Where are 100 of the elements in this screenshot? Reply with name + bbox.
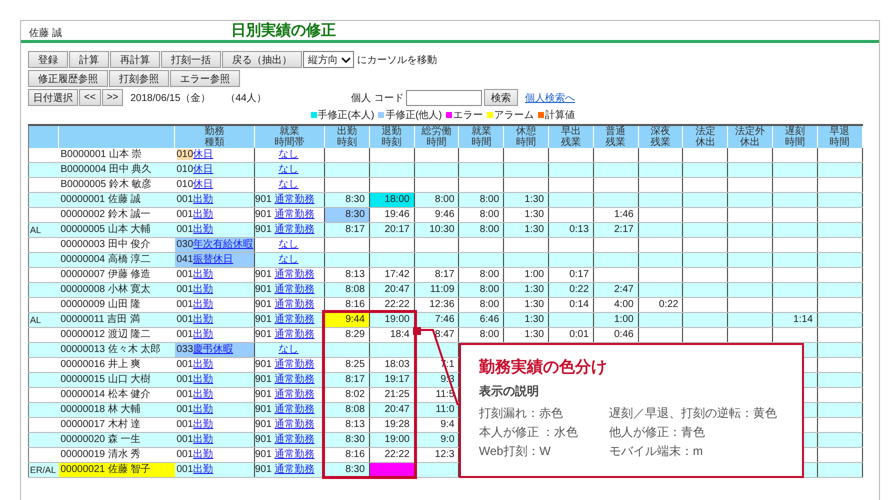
- legend-note: Web打刻：W: [478, 442, 552, 460]
- work-type-link[interactable]: 出勤: [193, 314, 214, 325]
- table-cell: 8:00: [458, 282, 504, 298]
- work-type-link[interactable]: 振替休日: [193, 254, 234, 265]
- table-cell: 1:30: [504, 222, 548, 238]
- column-header: 残業: [649, 137, 672, 148]
- shift-link[interactable]: 通常勤務: [274, 284, 314, 295]
- work-type-link[interactable]: 出勤: [193, 194, 214, 205]
- column-header: 時刻: [336, 137, 358, 148]
- type-code: 001: [176, 224, 194, 235]
- column-header: 遅刻: [784, 126, 806, 137]
- toolbar-button[interactable]: 修正履歴参照: [28, 70, 108, 87]
- work-type-link[interactable]: 休日: [193, 164, 214, 175]
- table-cell: 18:00: [369, 192, 414, 208]
- work-type-link[interactable]: 出勤: [193, 299, 214, 310]
- column-header: 時間: [425, 137, 448, 148]
- work-type-link[interactable]: 休日: [193, 149, 214, 160]
- shift-code: 901: [255, 464, 272, 475]
- shift-link[interactable]: 通常勤務: [274, 209, 314, 220]
- callout-title: 勤務実績の色分け: [478, 357, 608, 378]
- work-type-link[interactable]: 出勤: [193, 209, 214, 220]
- work-type-link[interactable]: 年次有給休暇: [193, 239, 254, 250]
- legend-note: 打刻漏れ：赤色: [478, 404, 564, 422]
- toolbar-button[interactable]: 登録: [28, 51, 68, 68]
- column-header: 深夜: [649, 126, 672, 137]
- toolbar-button[interactable]: エラー参照: [170, 70, 240, 87]
- legend-label: 計算値: [545, 108, 575, 122]
- shift-code: 901: [255, 269, 272, 280]
- shift-link[interactable]: なし: [278, 254, 298, 265]
- nav-button[interactable]: <<: [79, 89, 101, 106]
- table-cell: 1:30: [504, 312, 548, 328]
- column-header: 早退: [828, 126, 851, 137]
- shift-link[interactable]: なし: [278, 239, 298, 250]
- work-type-link[interactable]: 出勤: [193, 224, 214, 235]
- table-cell: 00000004 高橋 淳二: [58, 252, 174, 268]
- shift-link[interactable]: 通常勤務: [274, 389, 314, 400]
- person-search-link[interactable]: 個人検索へ: [525, 90, 575, 104]
- table-cell: 00000018 林 大輔: [58, 402, 174, 418]
- table-cell: 8:00: [458, 192, 504, 208]
- shift-code: 901: [255, 329, 272, 340]
- column-header: 早出: [560, 126, 582, 137]
- table-cell: 00000005 山本 大輔: [58, 222, 174, 238]
- shift-link[interactable]: 通常勤務: [274, 269, 314, 280]
- shift-link[interactable]: なし: [278, 149, 298, 160]
- headcount-label: （44人）: [225, 92, 267, 104]
- type-code: 001: [176, 449, 194, 460]
- shift-link[interactable]: 通常勤務: [274, 194, 314, 205]
- table-cell: 00000011 吉田 満: [58, 312, 174, 328]
- shift-link[interactable]: 通常勤務: [274, 314, 314, 325]
- shift-code: 901: [255, 374, 272, 385]
- work-type-link[interactable]: 出勤: [193, 464, 214, 475]
- type-code: 001: [176, 284, 194, 295]
- work-type-link[interactable]: 出勤: [193, 389, 214, 400]
- work-type-link[interactable]: 出勤: [193, 284, 214, 295]
- shift-link[interactable]: 通常勤務: [274, 299, 314, 310]
- table-cell: 00000013 佐々木 太郎: [58, 342, 174, 358]
- type-code: 001: [176, 269, 194, 280]
- code-field[interactable]: [406, 90, 482, 106]
- toolbar-button[interactable]: 打刻一括: [161, 51, 221, 68]
- shift-link[interactable]: 通常勤務: [274, 464, 314, 475]
- work-type-link[interactable]: 出勤: [193, 269, 214, 280]
- toolbar-button[interactable]: 打刻参照: [109, 70, 169, 87]
- shift-link[interactable]: 通常勤務: [274, 359, 314, 370]
- toolbar-button[interactable]: 再計算: [110, 51, 160, 68]
- shift-link[interactable]: 通常勤務: [274, 329, 314, 340]
- table-cell: B0000004 田中 典久: [58, 162, 174, 178]
- shift-link[interactable]: 通常勤務: [274, 404, 314, 415]
- toolbar-button[interactable]: 戻る（抽出）: [222, 51, 302, 68]
- shift-link[interactable]: 通常勤務: [274, 434, 314, 445]
- shift-link[interactable]: なし: [278, 179, 298, 190]
- table-cell: 2:47: [593, 282, 638, 298]
- shift-link[interactable]: なし: [278, 344, 298, 355]
- table-cell: 8:08: [324, 282, 370, 298]
- shift-code: 901: [255, 359, 272, 370]
- shift-link[interactable]: 通常勤務: [274, 449, 314, 460]
- work-type-link[interactable]: 慶弔休暇: [193, 344, 234, 355]
- table-cell: 8:00: [458, 222, 504, 238]
- table-cell: 0:13: [548, 222, 594, 238]
- direction-select[interactable]: 縦方向: [303, 51, 354, 68]
- work-type-link[interactable]: 出勤: [193, 449, 214, 460]
- shift-link[interactable]: 通常勤務: [274, 224, 314, 235]
- work-type-link[interactable]: 出勤: [193, 329, 214, 340]
- table-cell: 00000008 小林 寛太: [58, 282, 174, 298]
- work-type-link[interactable]: 出勤: [193, 374, 214, 385]
- shift-link[interactable]: 通常勤務: [274, 419, 314, 430]
- nav-button[interactable]: 日付選択: [28, 89, 78, 106]
- search-button[interactable]: 検索: [484, 89, 518, 106]
- shift-link[interactable]: 通常勤務: [274, 374, 314, 385]
- work-type-link[interactable]: 出勤: [193, 434, 214, 445]
- nav-button[interactable]: >>: [102, 89, 124, 106]
- shift-link[interactable]: なし: [278, 164, 298, 175]
- work-type-link[interactable]: 出勤: [193, 404, 214, 415]
- table-cell: 8:08: [324, 402, 370, 418]
- shift-code: 901: [255, 284, 272, 295]
- work-type-link[interactable]: 出勤: [193, 359, 214, 370]
- table-cell: AL: [28, 312, 58, 328]
- work-type-link[interactable]: 休日: [193, 179, 214, 190]
- toolbar-button[interactable]: 計算: [69, 51, 109, 68]
- work-type-link[interactable]: 出勤: [193, 419, 214, 430]
- column-header: 休出: [739, 137, 762, 148]
